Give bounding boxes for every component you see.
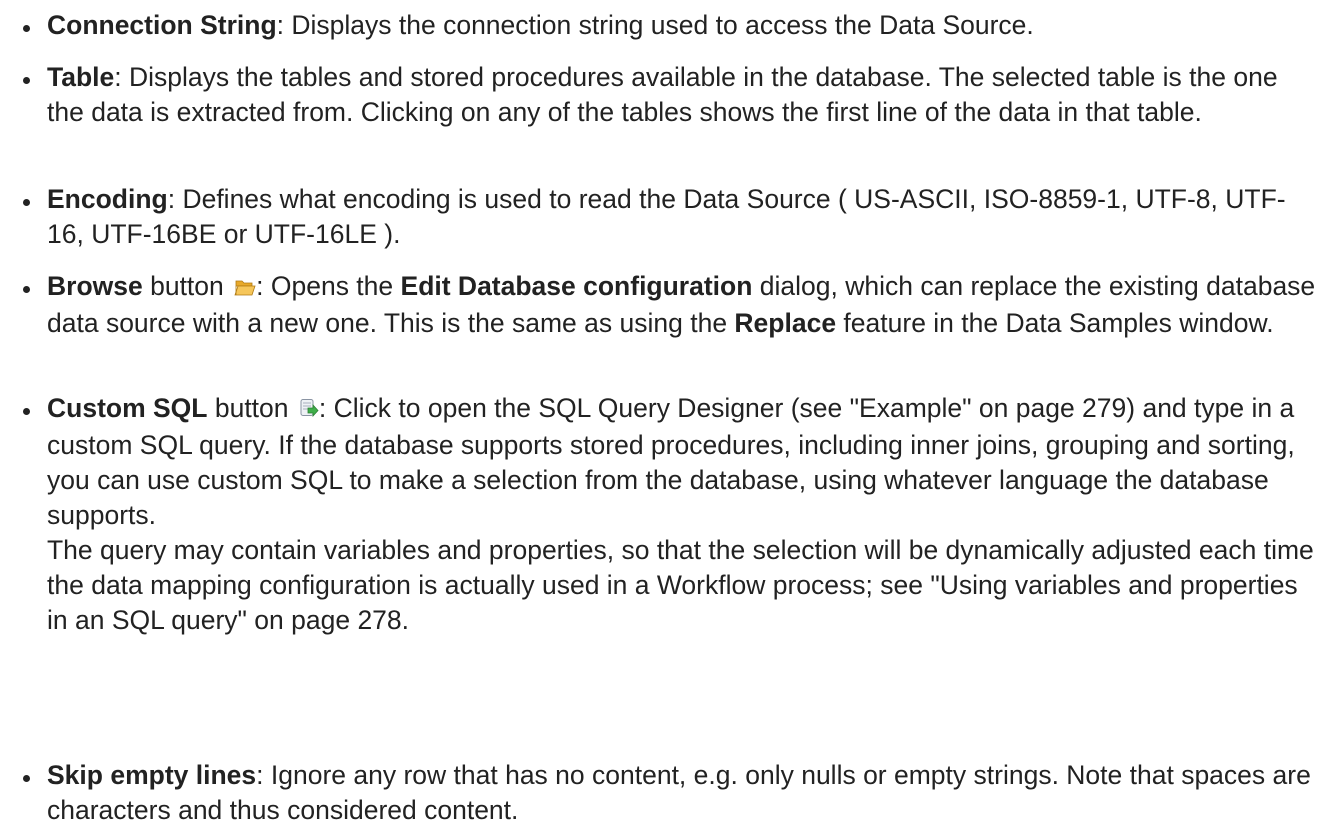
term-table: Table — [47, 62, 115, 92]
list-item-encoding: Encoding: Defines what encoding is used … — [23, 182, 1317, 252]
database-export-icon — [299, 393, 319, 428]
term-encoding: Encoding — [47, 184, 168, 214]
term-skip-empty-lines: Skip empty lines — [47, 760, 257, 790]
replace-term: Replace — [734, 308, 837, 338]
description-encoding: : Defines what encoding is used to read … — [47, 184, 1286, 249]
list-item-table: Table: Displays the tables and stored pr… — [23, 60, 1317, 130]
list-item-custom-sql: Custom SQL button : Click to open the SQ… — [23, 391, 1317, 638]
browse-button-word: button — [142, 271, 232, 301]
description-table: : Displays the tables and stored procedu… — [47, 62, 1278, 127]
custom-sql-button-word: button — [207, 393, 296, 423]
edit-database-configuration-term: Edit Database configuration — [400, 271, 753, 301]
term-browse: Browse — [47, 271, 143, 301]
list-item-browse: Browse button : Opens the Edit Database … — [23, 269, 1317, 341]
browse-description-a: : Opens the — [256, 271, 401, 301]
browse-description-c: feature in the Data Samples window. — [836, 308, 1274, 338]
term-connection-string: Connection String — [47, 10, 277, 40]
list-item-connection-string: Connection String: Displays the connecti… — [23, 8, 1317, 43]
folder-open-icon — [234, 271, 256, 306]
term-custom-sql: Custom SQL — [47, 393, 208, 423]
document-page: Connection String: Displays the connecti… — [0, 0, 1322, 840]
custom-sql-description-b: The query may contain variables and prop… — [47, 535, 1314, 635]
description-connection-string: : Displays the connection string used to… — [276, 10, 1034, 40]
list-item-skip-empty-lines: Skip empty lines: Ignore any row that ha… — [23, 758, 1317, 828]
